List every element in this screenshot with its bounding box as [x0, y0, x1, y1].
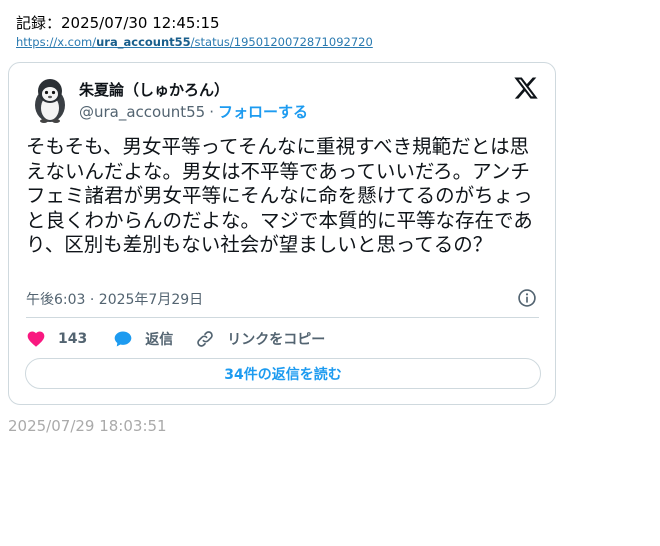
read-replies-button[interactable]: 34件の返信を読む	[25, 358, 541, 389]
handle-row: @ura_account55 · フォローする	[79, 101, 308, 122]
like-count: 143	[58, 331, 88, 347]
heart-icon	[27, 331, 45, 347]
reply-label: 返信	[145, 332, 174, 348]
tweet-url-link[interactable]: https://x.com/ura_account55/status/19501…	[16, 35, 373, 49]
like-button[interactable]: 143	[26, 329, 87, 349]
x-logo-icon[interactable]	[513, 75, 539, 101]
record-timestamp: 記録：2025/07/30 12:45:15	[16, 14, 220, 32]
url-prefix: https://x.com/	[16, 35, 97, 49]
separator-dot: ·	[209, 103, 214, 121]
url-account: ura_account55	[96, 35, 191, 49]
link-icon	[197, 331, 214, 347]
tweet-actions: 143 返信 リンクをコピー	[26, 329, 325, 349]
tweet-text: そもそも、男女平等ってそんなに重視すべき規範だとは思えないんだよな。男女は不平等…	[26, 135, 533, 256]
reply-bubble-icon	[114, 331, 132, 347]
url-suffix: /status/1950120072871092720	[190, 35, 373, 49]
reply-button[interactable]: 返信	[113, 329, 173, 349]
copy-link-label: リンクをコピー	[227, 332, 326, 348]
avatar[interactable]	[33, 77, 67, 123]
user-handle[interactable]: @ura_account55	[79, 103, 205, 121]
divider	[26, 317, 539, 318]
embedded-tweet-card: 朱夏論（しゅかろん） @ura_account55 · フォローする そもそも、男女…	[8, 62, 556, 405]
follow-button[interactable]: フォローする	[218, 103, 308, 121]
info-icon[interactable]	[517, 288, 537, 308]
copy-link-button[interactable]: リンクをコピー	[195, 329, 325, 349]
footer-date: 2025/07/29 18:03:51	[8, 417, 167, 435]
tweet-timestamp[interactable]: 午後6:03 · 2025年7月29日	[26, 289, 203, 309]
display-name[interactable]: 朱夏論（しゅかろん）	[79, 79, 229, 100]
